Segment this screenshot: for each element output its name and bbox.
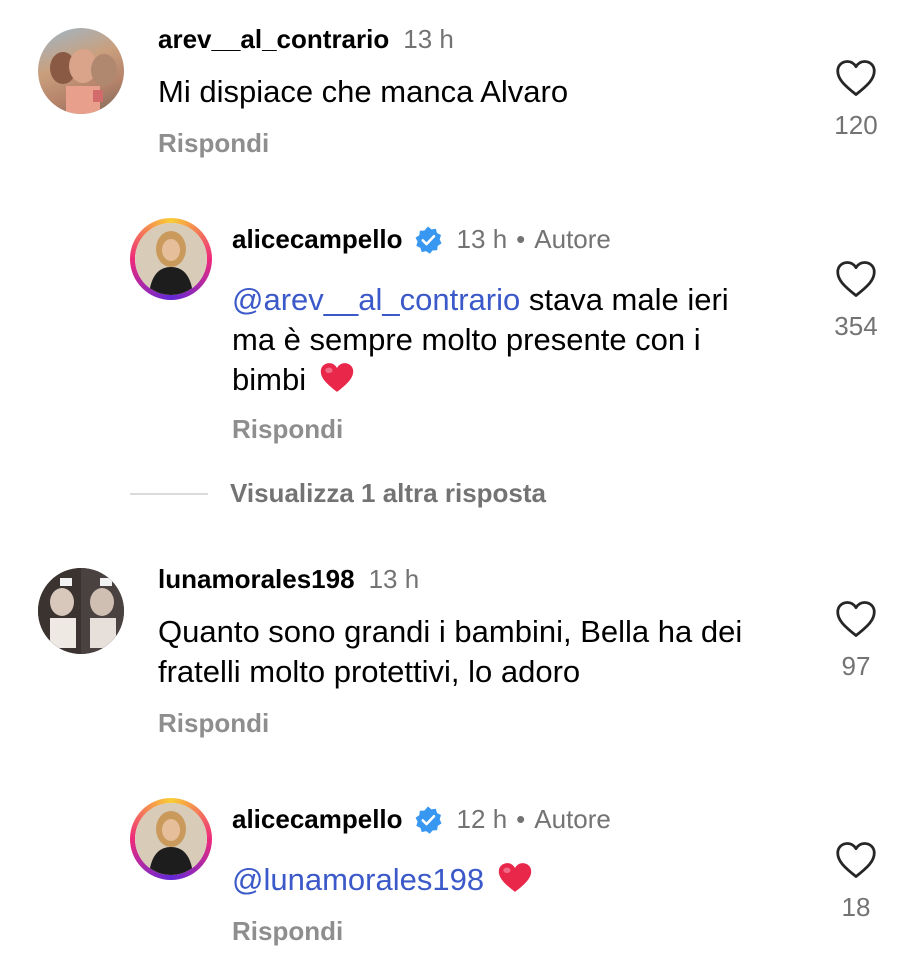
comment-username[interactable]: arev__al_contrario bbox=[158, 24, 389, 55]
comment-text-line: fratelli molto protettivi, lo adoro bbox=[158, 654, 581, 689]
comment-time: 13 h bbox=[403, 24, 454, 54]
avatar-photo bbox=[50, 49, 117, 114]
heart-outline-icon[interactable] bbox=[835, 259, 877, 299]
avatar[interactable] bbox=[130, 218, 212, 300]
avatar[interactable] bbox=[38, 568, 124, 654]
reply-button[interactable]: Rispondi bbox=[232, 414, 343, 445]
comment-time: 13 h bbox=[456, 224, 508, 254]
comment-text-segment: stava male ieri bbox=[520, 282, 729, 317]
comment-text-line: Quanto sono grandi i bambini, Bella ha d… bbox=[158, 614, 743, 649]
comment-text: @arev__al_contrario stava male ieri ma è… bbox=[232, 280, 792, 400]
view-more-replies-label[interactable]: Visualizza 1 altra risposta bbox=[230, 478, 546, 509]
heart-outline-icon[interactable] bbox=[835, 840, 877, 880]
red-heart-emoji-icon bbox=[498, 863, 531, 892]
author-badge: Autore bbox=[534, 804, 611, 834]
mention-link[interactable]: @lunamorales198 bbox=[232, 862, 484, 897]
like-count: 354 bbox=[834, 311, 878, 341]
divider-line bbox=[130, 492, 208, 495]
avatar[interactable] bbox=[38, 28, 124, 114]
like-button[interactable]: 18 bbox=[826, 840, 886, 923]
comment-text-line: bimbi bbox=[232, 360, 792, 400]
reply-button[interactable]: Rispondi bbox=[158, 708, 269, 739]
comment-username[interactable]: lunamorales198 bbox=[158, 564, 355, 595]
separator-dot: • bbox=[516, 224, 526, 254]
reply-button[interactable]: Rispondi bbox=[232, 916, 343, 947]
comment-time: 12 h bbox=[456, 804, 508, 834]
author-badge: Autore bbox=[534, 224, 611, 254]
avatar-photo bbox=[135, 803, 207, 875]
comment-username[interactable]: alicecampello bbox=[232, 224, 403, 255]
heart-outline-icon[interactable] bbox=[835, 599, 877, 639]
reply-button[interactable]: Rispondi bbox=[158, 128, 269, 159]
heart-outline-icon[interactable] bbox=[835, 58, 877, 98]
comment-username[interactable]: alicecampello bbox=[232, 804, 403, 835]
avatar-photo bbox=[135, 223, 207, 295]
like-button[interactable]: 97 bbox=[826, 599, 886, 682]
like-count: 120 bbox=[834, 110, 878, 140]
view-more-replies-button[interactable]: Visualizza 1 altra risposta bbox=[130, 478, 546, 509]
comment-text-line: @arev__al_contrario stava male ieri bbox=[232, 280, 792, 320]
red-heart-emoji-icon bbox=[320, 363, 353, 392]
comment-time: 13 h bbox=[368, 564, 420, 594]
like-button[interactable]: 120 bbox=[826, 58, 886, 141]
comment-text: Mi dispiace che manca Alvaro bbox=[158, 74, 569, 109]
comment-text: Quanto sono grandi i bambini, Bella ha d… bbox=[158, 612, 742, 692]
like-button[interactable]: 354 bbox=[826, 259, 886, 342]
avatar[interactable] bbox=[130, 798, 212, 880]
avatar-photo bbox=[38, 568, 124, 654]
like-count: 97 bbox=[841, 651, 871, 681]
comment-text-line: ma è sempre molto presente con i bbox=[232, 322, 701, 357]
separator-dot: • bbox=[516, 804, 526, 834]
verified-badge-icon bbox=[415, 226, 442, 254]
like-count: 18 bbox=[841, 892, 871, 922]
comment-text: @lunamorales198 bbox=[232, 860, 533, 900]
verified-badge-icon bbox=[415, 806, 442, 834]
mention-link[interactable]: @arev__al_contrario bbox=[232, 282, 520, 317]
comment-text-segment: bimbi bbox=[232, 362, 307, 397]
